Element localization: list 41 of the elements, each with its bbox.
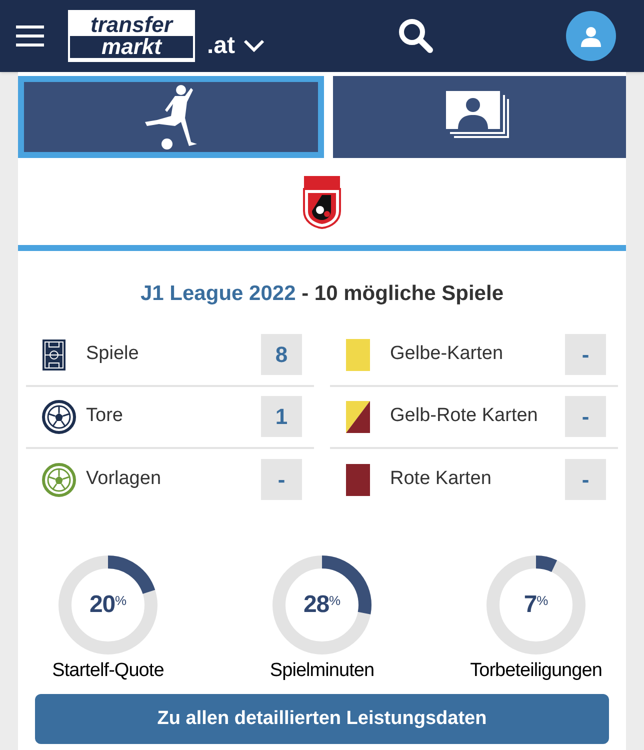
account-avatar[interactable] — [566, 11, 616, 61]
split-card-icon — [346, 400, 370, 432]
stat-label: Tore — [86, 404, 124, 428]
gauge-label: Spielminuten — [270, 658, 374, 682]
detailed-stats-button[interactable]: Zu allen detaillierten Leistungsdaten — [35, 694, 609, 744]
stat-value: 8 — [261, 334, 302, 375]
photos-tab[interactable] — [332, 76, 626, 158]
stat-label: Gelbe-Karten — [390, 342, 504, 366]
league-logo — [303, 174, 341, 228]
gauge-unit: % — [114, 592, 127, 608]
gauge-label: Startelf-Quote — [52, 658, 164, 682]
player-tab[interactable] — [18, 76, 324, 158]
gauge-value: 20 — [89, 590, 115, 620]
logo-top-text: transfer — [90, 14, 172, 36]
stat-value: 1 — [261, 396, 302, 437]
card-icon — [346, 338, 370, 370]
stat-label: Vorlagen — [86, 467, 162, 492]
stat-value: - — [565, 459, 606, 500]
search-icon[interactable] — [398, 18, 434, 54]
stat-label: Rote Karten — [390, 467, 492, 492]
stat-label: Gelb-Rote Karten — [390, 404, 539, 428]
card-icon — [346, 464, 370, 496]
gauge-value: 7 — [524, 590, 537, 620]
gauge-unit: % — [536, 592, 548, 610]
stat-label: Spiele — [86, 342, 140, 366]
gauge-unit: % — [328, 592, 341, 608]
menu-icon[interactable] — [16, 24, 44, 48]
competition-link[interactable]: J1 League 2022 — [140, 282, 296, 305]
stat-value: - — [261, 459, 302, 500]
competition-heading: J1 League 2022 - 10 mögliche Spiele — [139, 281, 504, 307]
stat-value: - — [565, 334, 606, 375]
domain-label[interactable]: .at — [207, 28, 236, 64]
site-logo[interactable]: transfer markt — [68, 10, 195, 62]
gauge-label: Torbeteiligungen — [470, 658, 602, 682]
pitch-icon — [42, 338, 66, 370]
gauge-value: 28 — [303, 590, 329, 620]
ball-icon — [42, 400, 76, 434]
chevron-down-icon[interactable] — [243, 39, 266, 53]
ball-icon — [42, 462, 76, 496]
logo-bottom-text: markt — [70, 36, 193, 58]
stat-value: - — [565, 396, 606, 437]
